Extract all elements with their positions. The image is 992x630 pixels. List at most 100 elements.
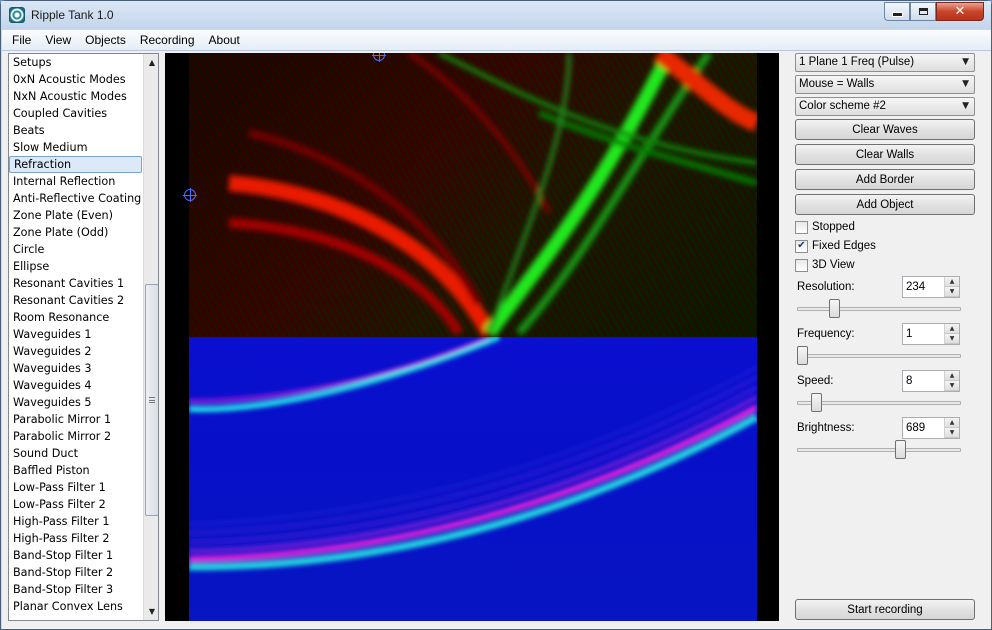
- wave-field-lower-medium: [189, 337, 757, 621]
- setup-list-item[interactable]: Slow Medium: [9, 139, 143, 156]
- setup-list-item[interactable]: Room Resonance: [9, 309, 143, 326]
- app-window: Ripple Tank 1.0 ✕ File View Objects Reco…: [0, 0, 992, 630]
- spin-up-icon[interactable]: ▲: [945, 277, 959, 287]
- stopped-label: Stopped: [812, 221, 855, 233]
- 3d-view-checkbox[interactable]: [795, 258, 808, 272]
- speed-spinbox[interactable]: 8 ▲ ▼: [902, 370, 960, 392]
- client-area: Setups 0xN Acoustic Modes NxN Acoustic Mod…: [2, 51, 991, 629]
- spin-down-icon[interactable]: ▼: [945, 428, 959, 438]
- setup-list-item[interactable]: Zone Plate (Even): [9, 207, 143, 224]
- setup-list-item[interactable]: Resonant Cavities 1: [9, 275, 143, 292]
- 3d-view-checkbox-row[interactable]: 3D View: [795, 257, 855, 273]
- setup-list-item[interactable]: Coupled Cavities: [9, 105, 143, 122]
- frequency-slider[interactable]: [797, 346, 961, 366]
- stopped-checkbox[interactable]: [795, 220, 808, 234]
- resolution-spinbox[interactable]: 234 ▲ ▼: [902, 276, 960, 298]
- scroll-down-arrow-icon[interactable]: ▼: [144, 603, 158, 620]
- frequency-spinbox[interactable]: 1 ▲ ▼: [902, 323, 960, 345]
- setup-list-item[interactable]: Band-Stop Filter 3: [9, 581, 143, 598]
- clear-waves-button[interactable]: Clear Waves: [795, 119, 975, 140]
- setup-list-item[interactable]: Zone Plate (Odd): [9, 224, 143, 241]
- brightness-spinbox[interactable]: 689 ▲ ▼: [902, 417, 960, 439]
- spin-up-icon[interactable]: ▲: [945, 324, 959, 334]
- spin-down-icon[interactable]: ▼: [945, 287, 959, 297]
- scroll-up-arrow-icon[interactable]: ▲: [144, 54, 158, 71]
- setup-list-item[interactable]: High-Pass Filter 1: [9, 513, 143, 530]
- speed-slider-thumb[interactable]: [811, 393, 822, 412]
- setup-list-item[interactable]: Anti-Reflective Coating: [9, 190, 143, 207]
- spin-up-icon[interactable]: ▲: [945, 418, 959, 428]
- setup-list-item[interactable]: Planar Convex Lens: [9, 598, 143, 615]
- setup-list-item[interactable]: Refraction: [9, 156, 142, 173]
- source-mode-select[interactable]: 1 Plane 1 Freq (Pulse) ▼: [795, 53, 975, 72]
- source-marker-icon[interactable]: [183, 188, 197, 202]
- frequency-slider-thumb[interactable]: [797, 346, 808, 365]
- speed-slider[interactable]: [797, 393, 961, 413]
- source-mode-value: 1 Plane 1 Freq (Pulse): [799, 56, 915, 68]
- close-button[interactable]: ✕: [936, 2, 984, 21]
- menu-file[interactable]: File: [12, 33, 31, 47]
- color-scheme-select[interactable]: Color scheme #2 ▼: [795, 97, 975, 116]
- menu-objects[interactable]: Objects: [85, 33, 126, 47]
- setup-list-item[interactable]: Internal Reflection: [9, 173, 143, 190]
- spin-up-icon[interactable]: ▲: [945, 371, 959, 381]
- fixed-edges-label: Fixed Edges: [812, 240, 876, 252]
- brightness-slider[interactable]: [797, 440, 961, 460]
- color-scheme-value: Color scheme #2: [799, 100, 886, 112]
- resolution-value: 234: [906, 281, 926, 293]
- speed-label: Speed:: [797, 375, 834, 387]
- start-recording-button[interactable]: Start recording: [795, 599, 975, 620]
- setup-list-item[interactable]: Waveguides 2: [9, 343, 143, 360]
- setups-list-items: Setups 0xN Acoustic Modes NxN Acoustic Mod…: [9, 54, 143, 615]
- setup-list-item[interactable]: Low-Pass Filter 2: [9, 496, 143, 513]
- mouse-mode-select[interactable]: Mouse = Walls ▼: [795, 75, 975, 94]
- setup-list-item[interactable]: Resonant Cavities 2: [9, 292, 143, 309]
- title-bar: Ripple Tank 1.0 ✕: [1, 1, 991, 29]
- menu-recording[interactable]: Recording: [140, 33, 195, 47]
- brightness-value: 689: [906, 422, 926, 434]
- fixed-edges-checkbox[interactable]: ✔: [795, 239, 808, 253]
- dropdown-arrow-icon: ▼: [962, 57, 969, 67]
- setup-list-item[interactable]: Low-Pass Filter 1: [9, 479, 143, 496]
- resolution-slider[interactable]: [797, 299, 961, 319]
- clear-walls-button[interactable]: Clear Walls: [795, 144, 975, 165]
- fixed-edges-checkbox-row[interactable]: ✔ Fixed Edges: [795, 238, 876, 254]
- setup-list-item[interactable]: Waveguides 4: [9, 377, 143, 394]
- setup-list-item[interactable]: Band-Stop Filter 2: [9, 564, 143, 581]
- spin-down-icon[interactable]: ▼: [945, 381, 959, 391]
- setups-header-item[interactable]: Setups: [9, 54, 143, 71]
- setup-list-item[interactable]: Circle: [9, 241, 143, 258]
- setup-list-item[interactable]: Parabolic Mirror 2: [9, 428, 143, 445]
- scroll-thumb[interactable]: [145, 284, 158, 516]
- setups-scrollbar[interactable]: ▲ ▼: [143, 54, 158, 620]
- setup-list-item[interactable]: Band-Stop Filter 1: [9, 547, 143, 564]
- stopped-checkbox-row[interactable]: Stopped: [795, 219, 855, 235]
- 3d-view-label: 3D View: [812, 259, 855, 271]
- setup-list-item[interactable]: 0xN Acoustic Modes: [9, 71, 143, 88]
- menu-about[interactable]: About: [209, 33, 240, 47]
- ripple-app-icon: [9, 7, 25, 23]
- setup-list-item[interactable]: High-Pass Filter 2: [9, 530, 143, 547]
- lower-wave-pattern: [189, 337, 757, 571]
- setup-list-item[interactable]: Waveguides 1: [9, 326, 143, 343]
- maximize-button[interactable]: [910, 2, 936, 21]
- setup-list-item[interactable]: Sound Duct: [9, 445, 143, 462]
- dropdown-arrow-icon: ▼: [962, 101, 969, 111]
- simulation-canvas[interactable]: [165, 53, 779, 621]
- setup-list-item[interactable]: Waveguides 5: [9, 394, 143, 411]
- brightness-slider-thumb[interactable]: [895, 440, 906, 459]
- add-border-button[interactable]: Add Border: [795, 169, 975, 190]
- setup-list-item[interactable]: Ellipse: [9, 258, 143, 275]
- setup-list-item[interactable]: NxN Acoustic Modes: [9, 88, 143, 105]
- setup-list-item[interactable]: Beats: [9, 122, 143, 139]
- setup-list-item[interactable]: Waveguides 3: [9, 360, 143, 377]
- setup-list-item[interactable]: Baffled Piston: [9, 462, 143, 479]
- wave-field-upper-medium: [189, 53, 757, 337]
- spin-down-icon[interactable]: ▼: [945, 334, 959, 344]
- resolution-slider-thumb[interactable]: [829, 299, 840, 318]
- add-object-button[interactable]: Add Object: [795, 194, 975, 215]
- menu-view[interactable]: View: [45, 33, 71, 47]
- setup-list-item[interactable]: Parabolic Mirror 1: [9, 411, 143, 428]
- setups-list[interactable]: Setups 0xN Acoustic Modes NxN Acoustic Mod…: [8, 53, 159, 621]
- minimize-button[interactable]: [884, 2, 910, 21]
